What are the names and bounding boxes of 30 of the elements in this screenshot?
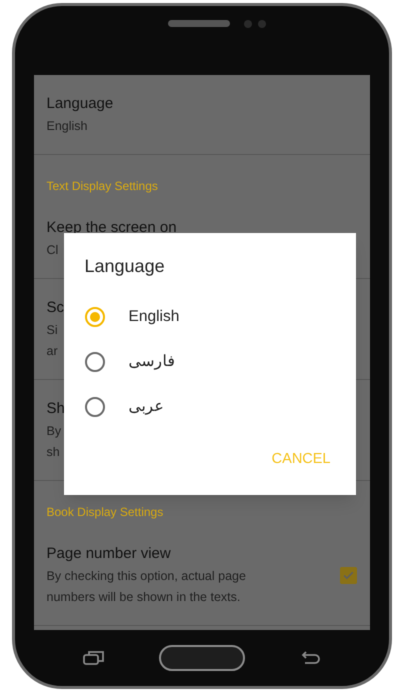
speaker-grille xyxy=(168,20,230,27)
setting-description: Cl xyxy=(46,242,58,259)
setting-description: ar xyxy=(46,343,58,360)
setting-description: sh xyxy=(46,444,60,461)
option-label: English xyxy=(128,306,180,327)
section-header: Text Display Settings xyxy=(46,179,158,193)
section-header: Book Display Settings xyxy=(46,505,164,519)
setting-title: Page number view xyxy=(46,544,171,564)
dialog-title: Language xyxy=(84,255,166,278)
setting-title: Keep the screen on xyxy=(46,218,177,238)
radio-button[interactable] xyxy=(84,352,104,372)
setting-title: Sc xyxy=(46,298,64,318)
setting-description: By checking this option, actual page xyxy=(46,568,246,585)
option-label: فارسی xyxy=(128,352,176,372)
recent-apps-icon[interactable] xyxy=(82,650,104,666)
setting-title: Sh xyxy=(46,399,65,419)
radio-button[interactable] xyxy=(84,396,104,416)
check-icon xyxy=(342,568,354,582)
setting-description: By xyxy=(46,423,62,440)
option-label: عربی xyxy=(128,396,164,417)
setting-description: numbers will be shown in the texts. xyxy=(46,589,240,606)
setting-description: English xyxy=(46,118,88,135)
checkbox[interactable] xyxy=(340,566,356,584)
home-button[interactable] xyxy=(158,645,244,671)
radio-button[interactable] xyxy=(84,306,104,326)
setting-description: Si xyxy=(46,322,58,339)
setting-title: Language xyxy=(46,94,114,114)
language-option[interactable]: فارسی xyxy=(84,339,334,384)
language-option[interactable]: عربی xyxy=(84,384,334,429)
language-option[interactable]: English xyxy=(84,294,334,339)
